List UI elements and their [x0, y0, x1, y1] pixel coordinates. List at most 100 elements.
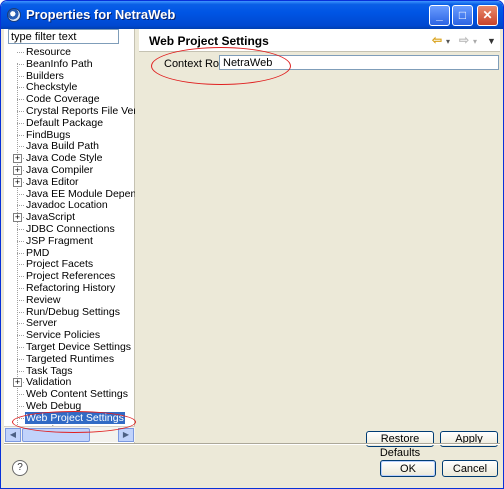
tree-connector [17, 75, 24, 77]
view-menu-icon[interactable]: ▼ [487, 34, 496, 48]
back-arrow-icon[interactable]: ⇦ [432, 33, 442, 47]
tree-item-label: Server [26, 317, 57, 330]
tree-item[interactable]: JSP Fragment [4, 235, 135, 247]
tree-item-label: Targeted Runtimes [26, 352, 115, 365]
eclipse-icon [7, 8, 21, 22]
property-tree: Resource BeanInfo Path Builders Checkstyle C… [4, 46, 135, 426]
page-header: Web Project Settings ⇦ ▾ ⇨ ▾ ▼ [139, 29, 500, 52]
tree-item[interactable]: Project Facets [4, 258, 135, 270]
tree-item-label: Service Policies [26, 329, 101, 342]
minimize-button[interactable]: _ [429, 5, 450, 26]
tree-item[interactable]: Project References [4, 270, 135, 282]
tree-connector [17, 122, 24, 124]
tree-item[interactable]: + Java Editor [4, 176, 135, 188]
forward-arrow-icon[interactable]: ⇨ [459, 33, 469, 47]
button-bar-separator [4, 443, 500, 445]
tree-item-label: Java Compiler [26, 164, 94, 176]
scroll-thumb[interactable] [22, 428, 90, 442]
tree-item[interactable]: Java EE Module Dependencies [4, 188, 135, 200]
tree-item[interactable]: Code Coverage [4, 93, 135, 105]
navigation-pane: ResourceBeanInfo PathBuildersCheckstyleC… [4, 29, 135, 443]
tree-item-label: Web Content Settings [26, 388, 128, 401]
filter-input[interactable] [8, 29, 119, 44]
expand-plus-icon[interactable]: + [13, 213, 22, 223]
tree-item[interactable]: + JavaScript [4, 211, 135, 223]
cancel-button[interactable]: Cancel [442, 460, 498, 477]
tree-item[interactable]: Targeted Runtimes [4, 353, 135, 365]
tree-item[interactable]: Target Device Settings [4, 341, 135, 353]
tree-item[interactable]: BeanInfo Path [4, 58, 135, 70]
tree-item[interactable]: + Java Code Style [4, 152, 135, 164]
tree-connector [17, 264, 24, 266]
tree-item-label: Refactoring History [26, 282, 116, 294]
tree-item[interactable]: Resource [4, 46, 135, 58]
tree-item-label: Default Package [26, 116, 104, 129]
expand-plus-icon[interactable]: + [13, 154, 22, 164]
tree-item-label: Checkstyle [26, 81, 78, 94]
tree-item[interactable]: Run/Debug Settings [4, 306, 135, 318]
tree-item[interactable]: FindBugs [4, 129, 135, 141]
tree-item[interactable]: Web Debug [4, 400, 135, 412]
tree-item[interactable]: Javadoc Location [4, 199, 135, 211]
tree-item[interactable]: + Validation [4, 376, 135, 388]
tree-item[interactable]: Java Build Path [4, 140, 135, 152]
tree-connector [17, 99, 24, 101]
ok-button[interactable]: OK [380, 460, 436, 477]
tree-item[interactable]: Builders [4, 70, 135, 82]
expand-plus-icon[interactable]: + [13, 378, 22, 388]
tree-item-label: JDBC Connections [26, 223, 115, 235]
tree-item-label: PMD [26, 246, 50, 259]
tree-connector [17, 63, 24, 65]
window-title: Properties for NetraWeb [26, 7, 176, 22]
tree-item[interactable]: JDBC Connections [4, 223, 135, 235]
tree-item[interactable]: Web Project Settings [4, 411, 135, 424]
forward-dropdown-icon[interactable]: ▾ [473, 35, 477, 49]
tree-connector [17, 394, 24, 396]
maximize-button[interactable]: □ [452, 5, 473, 26]
expand-plus-icon[interactable]: + [13, 166, 22, 175]
tree-item[interactable]: Web Content Settings [4, 388, 135, 400]
tree-connector [17, 417, 24, 419]
tree-item-label: Run/Debug Settings [26, 305, 120, 318]
tree-item[interactable]: Task Tags [4, 365, 135, 377]
tree-item-label: Resource [26, 46, 71, 58]
tree-item-label: Code Coverage [26, 93, 100, 106]
title-bar[interactable]: Properties for NetraWeb _ □ ✕ [1, 1, 503, 29]
help-icon[interactable]: ? [12, 460, 28, 476]
close-button[interactable]: ✕ [477, 5, 498, 26]
horizontal-scrollbar[interactable]: ◀ ▶ [4, 426, 135, 442]
tree-connector [17, 87, 24, 89]
tree-connector [17, 193, 24, 195]
scroll-right-icon[interactable]: ▶ [118, 428, 134, 442]
back-dropdown-icon[interactable]: ▾ [446, 35, 450, 49]
scroll-left-icon[interactable]: ◀ [5, 428, 21, 442]
tree-item-label: Review [26, 293, 61, 306]
tree-item-label: Target Device Settings [26, 341, 132, 353]
tree-connector [17, 240, 24, 242]
tree-item-label: Builders [26, 69, 64, 82]
tree-item[interactable]: Crystal Reports File Versions [4, 105, 135, 117]
tree-item[interactable]: + Java Compiler [4, 164, 135, 176]
expand-plus-icon[interactable]: + [13, 177, 22, 187]
tree-connector [17, 358, 24, 360]
tree-item-label: Java EE Module Dependencies [26, 187, 135, 200]
tree-item[interactable]: Server [4, 317, 135, 329]
context-root-input[interactable] [219, 55, 499, 70]
dialog-client-area: ResourceBeanInfo PathBuildersCheckstyleC… [4, 29, 500, 487]
tree-item-label: JSP Fragment [26, 234, 93, 247]
tree-connector [17, 323, 24, 325]
tree-item[interactable]: Review [4, 294, 135, 306]
tree-item-label: Project Facets [26, 258, 94, 271]
tree-item[interactable]: Refactoring History [4, 282, 135, 294]
tree-connector [17, 370, 24, 372]
tree-item[interactable]: Service Policies [4, 329, 135, 341]
tree-item[interactable]: Default Package [4, 117, 135, 129]
tree-item[interactable]: Checkstyle [4, 81, 135, 93]
tree-item[interactable]: PMD [4, 247, 135, 259]
tree-connector [17, 299, 24, 301]
tree-connector [17, 146, 24, 148]
tree-item-label: Project References [26, 270, 116, 283]
page-title: Web Project Settings [149, 34, 269, 48]
tree-connector [17, 335, 24, 337]
tree-connector [17, 311, 24, 313]
